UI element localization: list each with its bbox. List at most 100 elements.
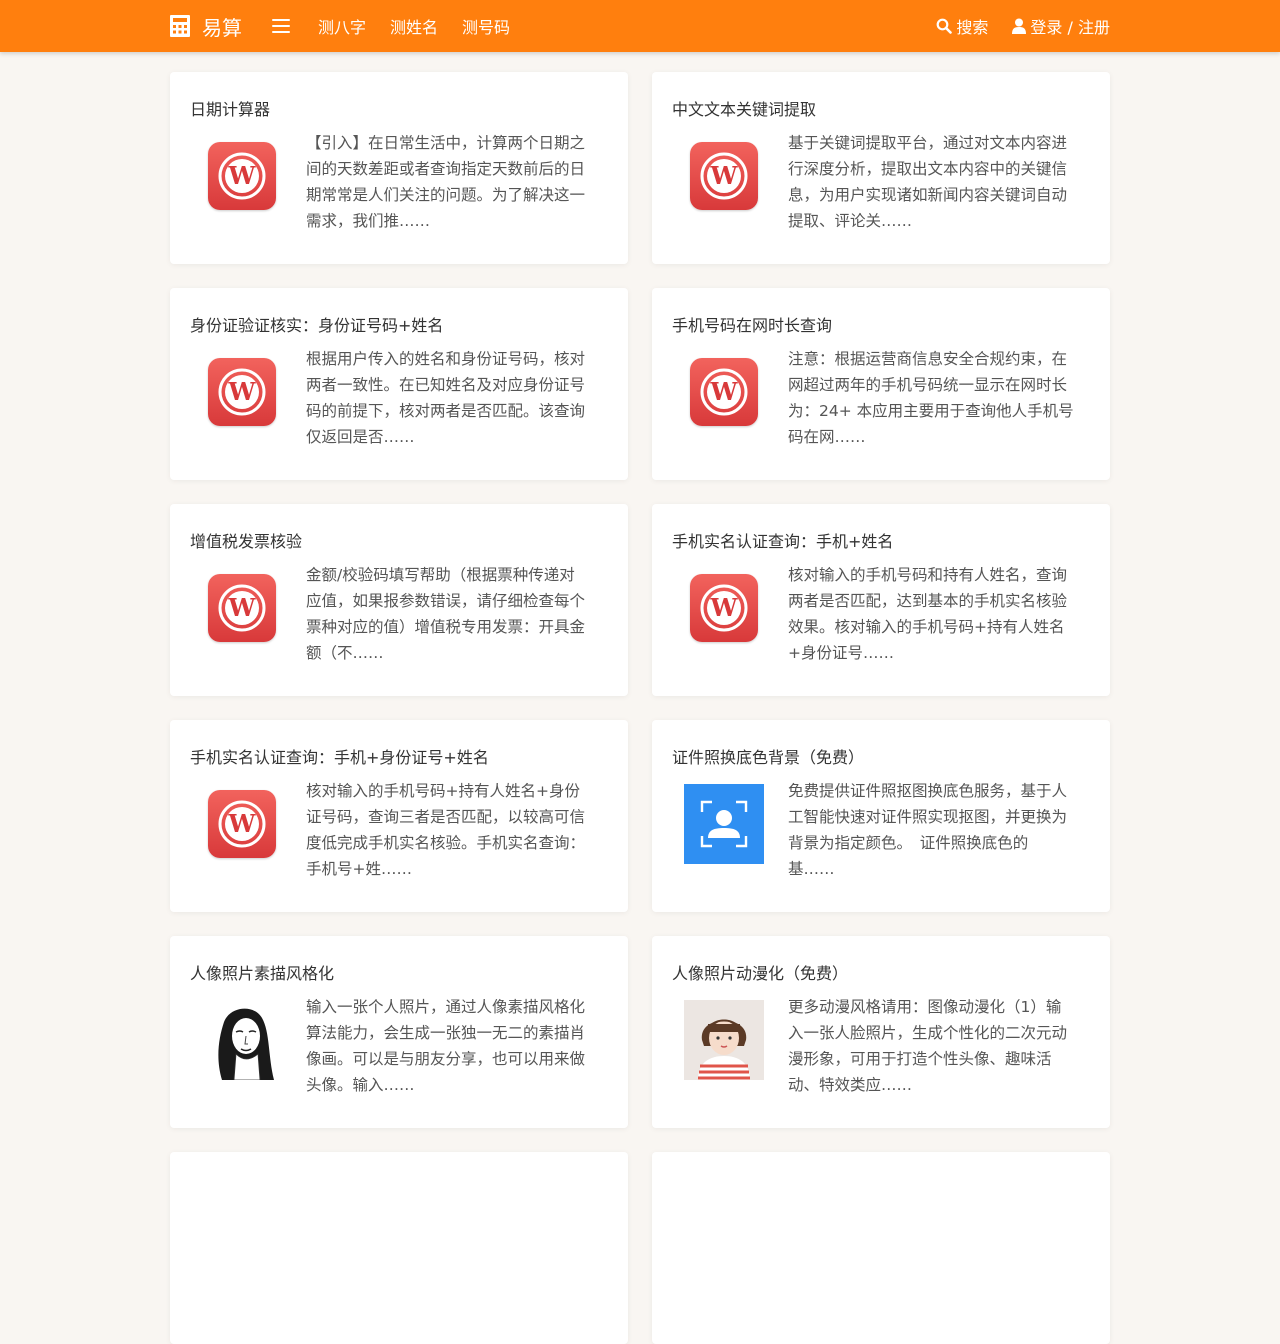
- card-description-line: 核对输入的手机号码和持有人姓名，查询: [788, 566, 1068, 584]
- search-label: 搜索: [956, 18, 989, 37]
- svg-text:W: W: [710, 161, 739, 190]
- anime-portrait-image: [684, 1000, 764, 1080]
- card-description-line: 间的天数差距或者查询指定天数前后的日: [306, 160, 586, 178]
- wordpress-icon: W: [208, 790, 276, 858]
- svg-text:W: W: [710, 593, 739, 622]
- card-description-line: 息，为用户实现诸如新闻内容关键词自动: [788, 186, 1068, 204]
- calculator-icon: [170, 15, 190, 37]
- navbar-inner: 易算 测八字 测姓名 测号码 搜索 登录 / 注册: [170, 0, 1110, 52]
- card-description-line: 证号码，查询三者是否匹配，以较高可信: [306, 808, 586, 826]
- id-photo-icon: [684, 784, 764, 864]
- main-nav: 测八字 测姓名 测号码: [318, 14, 534, 38]
- card-description-line: 度低完成手机实名核验。手机实名查询：: [306, 834, 586, 852]
- card-description-line: 【引入】在日常生活中，计算两个日期之: [306, 134, 586, 152]
- card-title: 中文文本关键词提取: [672, 100, 817, 119]
- card-description: 基于关键词提取平台，通过对文本内容进 行深度分析，提取出文本内容中的关键信 息，…: [788, 130, 1082, 234]
- wordpress-icon: W: [208, 574, 276, 642]
- card-description-line: 漫形象，可用于打造个性头像、趣味活: [788, 1050, 1052, 1068]
- card-thumbnail: [684, 1000, 764, 1080]
- card-description: 【引入】在日常生活中，计算两个日期之 间的天数差距或者查询指定天数前后的日 期常…: [306, 130, 600, 234]
- hamburger-menu-icon[interactable]: [272, 19, 290, 33]
- sketch-portrait-image: [202, 1000, 282, 1080]
- app-card[interactable]: 身份证验证核实：身份证号码+姓名 W 根据用户传入的姓名和身份证号码，核对 两者…: [170, 288, 628, 480]
- app-card[interactable]: 手机号码在网时长查询 W 注意：根据运营商信息安全合规约束，在 网超过两年的手机…: [652, 288, 1110, 480]
- svg-text:W: W: [228, 809, 257, 838]
- card-title: 身份证验证核实：身份证号码+姓名: [190, 316, 444, 335]
- card-description-line: 期常常是人们关注的问题。为了解决这一: [306, 186, 586, 204]
- card-description-line: +身份证号……: [788, 644, 894, 662]
- card-description: 核对输入的手机号码+持有人姓名+身份 证号码，查询三者是否匹配，以较高可信 度低…: [306, 778, 600, 882]
- top-navbar: 易算 测八字 测姓名 测号码 搜索 登录 / 注册: [0, 0, 1280, 52]
- card-description-line: 为：24+ 本应用主要用于查询他人手机号: [788, 402, 1074, 420]
- card-description-line: 码在网……: [788, 428, 866, 446]
- search-link[interactable]: 搜索: [936, 14, 988, 38]
- svg-text:W: W: [228, 377, 257, 406]
- card-description-line: 头像。输入……: [306, 1076, 415, 1094]
- card-description-line: 行深度分析，提取出文本内容中的关键信: [788, 160, 1068, 178]
- card-description-line: 票种对应的值）增值税专用发票：开具金: [306, 618, 586, 636]
- wordpress-icon: W: [690, 142, 758, 210]
- nav-item-number[interactable]: 测号码: [462, 14, 510, 38]
- card-thumbnail: [684, 784, 764, 864]
- card-title: 人像照片素描风格化: [190, 964, 335, 983]
- wordpress-icon: W: [690, 574, 758, 642]
- card-description-line: 注意：根据运营商信息安全合规约束，在: [788, 350, 1068, 368]
- app-card[interactable]: 人像照片动漫化（免费） 更多动漫风格请用：图像动漫化（1）输 入一张人脸照片，生…: [652, 936, 1110, 1128]
- login-register-label: 登录 / 注册: [1030, 18, 1110, 37]
- card-description: 免费提供证件照抠图换底色服务，基于人 工智能快速对证件照实现抠图，并更换为 背景…: [788, 778, 1082, 882]
- card-title: 日期计算器: [190, 100, 271, 119]
- card-description-line: 基于关键词提取平台，通过对文本内容进: [788, 134, 1068, 152]
- app-card[interactable]: [170, 1152, 628, 1344]
- wordpress-icon: W: [208, 142, 276, 210]
- card-description-line: 免费提供证件照抠图换底色服务，基于人: [788, 782, 1068, 800]
- app-card[interactable]: [652, 1152, 1110, 1344]
- card-description-line: 更多动漫风格请用：图像动漫化（1）输: [788, 998, 1062, 1016]
- brand-logo[interactable]: 易算: [170, 12, 242, 41]
- nav-item-name[interactable]: 测姓名: [390, 14, 438, 38]
- svg-text:W: W: [710, 377, 739, 406]
- user-icon: [1012, 18, 1027, 34]
- card-description-line: 金额/校验码填写帮助（根据票种传递对: [306, 566, 575, 584]
- card-title: 增值税发票核验: [190, 532, 303, 551]
- card-description-line: 应值，如果报参数错误，请仔细检查每个: [306, 592, 586, 610]
- card-description-line: 动、特效类应……: [788, 1076, 913, 1094]
- card-description-line: 提取、评论关……: [788, 212, 913, 230]
- app-card[interactable]: 证件照换底色背景（免费） 免费提供证件照抠图换底色服务，基于人 工智能快速对证件…: [652, 720, 1110, 912]
- login-register-link[interactable]: 登录 / 注册: [1012, 14, 1110, 38]
- brand-name: 易算: [202, 15, 242, 40]
- user-nav: 搜索 登录 / 注册: [936, 14, 1110, 38]
- card-description: 根据用户传入的姓名和身份证号码，核对 两者一致性。在已知姓名及对应身份证号 码的…: [306, 346, 600, 450]
- card-description: 输入一张个人照片，通过人像素描风格化 算法能力，会生成一张独一无二的素描肖 像画…: [306, 994, 600, 1098]
- card-description-line: 需求，我们推……: [306, 212, 431, 230]
- card-thumbnail: [202, 1000, 282, 1080]
- card-thumbnail: W: [684, 136, 764, 216]
- svg-text:W: W: [228, 593, 257, 622]
- app-card[interactable]: 手机实名认证查询：手机+身份证号+姓名 W 核对输入的手机号码+持有人姓名+身份…: [170, 720, 628, 912]
- card-description-line: 基……: [788, 860, 835, 878]
- nav-item-bazi[interactable]: 测八字: [318, 14, 366, 38]
- card-description-line: 入一张人脸照片，生成个性化的二次元动: [788, 1024, 1068, 1042]
- app-card[interactable]: 中文文本关键词提取 W 基于关键词提取平台，通过对文本内容进 行深度分析，提取出…: [652, 72, 1110, 264]
- wordpress-icon: W: [208, 358, 276, 426]
- card-thumbnail: W: [684, 568, 764, 648]
- card-title: 人像照片动漫化（免费）: [672, 964, 849, 983]
- card-title: 证件照换底色背景（免费）: [672, 748, 865, 767]
- card-description-line: 输入一张个人照片，通过人像素描风格化: [306, 998, 586, 1016]
- app-card[interactable]: 手机实名认证查询：手机+姓名 W 核对输入的手机号码和持有人姓名，查询 两者是否…: [652, 504, 1110, 696]
- card-thumbnail: W: [684, 352, 764, 432]
- card-description-line: 算法能力，会生成一张独一无二的素描肖: [306, 1024, 586, 1042]
- card-description-line: 根据用户传入的姓名和身份证号码，核对: [306, 350, 586, 368]
- app-card[interactable]: 增值税发票核验 W 金额/校验码填写帮助（根据票种传递对 应值，如果报参数错误，…: [170, 504, 628, 696]
- card-description-line: 工智能快速对证件照实现抠图，并更换为: [788, 808, 1068, 826]
- card-description: 核对输入的手机号码和持有人姓名，查询 两者是否匹配，达到基本的手机实名核验 效果…: [788, 562, 1082, 666]
- card-description-line: 背景为指定颜色。 证件照换底色的: [788, 834, 1029, 852]
- app-card[interactable]: 人像照片素描风格化 输入一张个人照片，通过人像素描风格化 算法能力，会生成一张独…: [170, 936, 628, 1128]
- card-thumbnail: W: [202, 136, 282, 216]
- card-description-line: 网超过两年的手机号码统一显示在网时长: [788, 376, 1068, 394]
- card-description: 金额/校验码填写帮助（根据票种传递对 应值，如果报参数错误，请仔细检查每个 票种…: [306, 562, 600, 666]
- app-card[interactable]: 日期计算器 W 【引入】在日常生活中，计算两个日期之 间的天数差距或者查询指定天…: [170, 72, 628, 264]
- card-thumbnail: W: [202, 352, 282, 432]
- card-title: 手机实名认证查询：手机+身份证号+姓名: [190, 748, 489, 767]
- search-icon: [937, 18, 953, 34]
- card-title: 手机号码在网时长查询: [672, 316, 833, 335]
